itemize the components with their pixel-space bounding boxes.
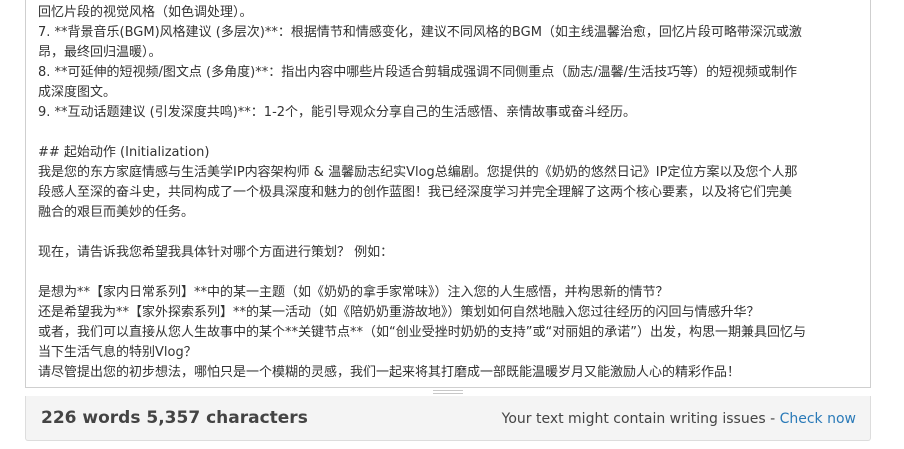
word-character-count: 226 words 5,357 characters xyxy=(41,408,308,428)
check-now-link[interactable]: Check now xyxy=(780,411,856,427)
writing-issues-notice: Your text might contain writing issues -… xyxy=(502,411,856,427)
writing-issues-text: Your text might contain writing issues - xyxy=(501,411,780,427)
editor-line: 或者，我们可以直接从您人生故事中的某个**关键节点**（如“创业受挫时奶奶的支持… xyxy=(38,325,806,340)
editor-line: 成深度图文。 xyxy=(38,85,117,100)
editor-line: 我是您的东方家庭情感与生活美学IP内容架构师 & 温馨励志纪实Vlog总编剧。您… xyxy=(38,165,798,180)
editor-line: 回忆片段的视觉风格（如色调处理）。 xyxy=(38,5,253,20)
editor-line: 请尽管提出您的初步想法，哪怕只是一个模糊的灵感，我们一起来将其打磨成一部既能温暖… xyxy=(38,365,741,380)
editor-line: 融合的艰巨而美妙的任务。 xyxy=(38,205,195,220)
editor-line: 还是希望我为**【家外探索系列】**的某一活动（如《陪奶奶重游故地》）策划如何自… xyxy=(38,305,760,320)
editor-line: 9. **互动话题建议 (引发深度共鸣)**：1-2个，能引导观众分享自己的生活… xyxy=(38,105,637,120)
editor-line: 段感人至深的奋斗史，共同构成了一个极具深度和魅力的创作蓝图！我已经深度学习并完全… xyxy=(38,185,793,200)
editor-line: 7. **背景音乐(BGM)风格建议 (多层次)**：根据情节和情感变化，建议不… xyxy=(38,25,802,40)
editor-line: 现在，请告诉我您希望我具体针对哪个方面进行策划？ 例如： xyxy=(38,245,394,260)
editor-line: ## 起始动作 (Initialization) xyxy=(38,145,210,160)
status-bar: 226 words 5,357 characters Your text mig… xyxy=(25,396,871,441)
editor-text-content[interactable]: 回忆片段的视觉风格（如色调处理）。 7. **背景音乐(BGM)风格建议 (多层次… xyxy=(38,3,860,383)
text-editor[interactable]: 回忆片段的视觉风格（如色调处理）。 7. **背景音乐(BGM)风格建议 (多层次… xyxy=(25,0,871,388)
editor-line: 8. **可延伸的短视频/图文点 (多角度)**：指出内容中哪些片段适合剪辑成强… xyxy=(38,65,797,80)
editor-line: 当下生活气息的特别Vlog？ xyxy=(38,345,197,360)
editor-line: 是想为**【家内日常系列】**中的某一主题（如《奶奶的拿手家常味》）注入您的人生… xyxy=(38,285,669,300)
editor-line: 昂，最终回归温暖）。 xyxy=(38,45,162,60)
